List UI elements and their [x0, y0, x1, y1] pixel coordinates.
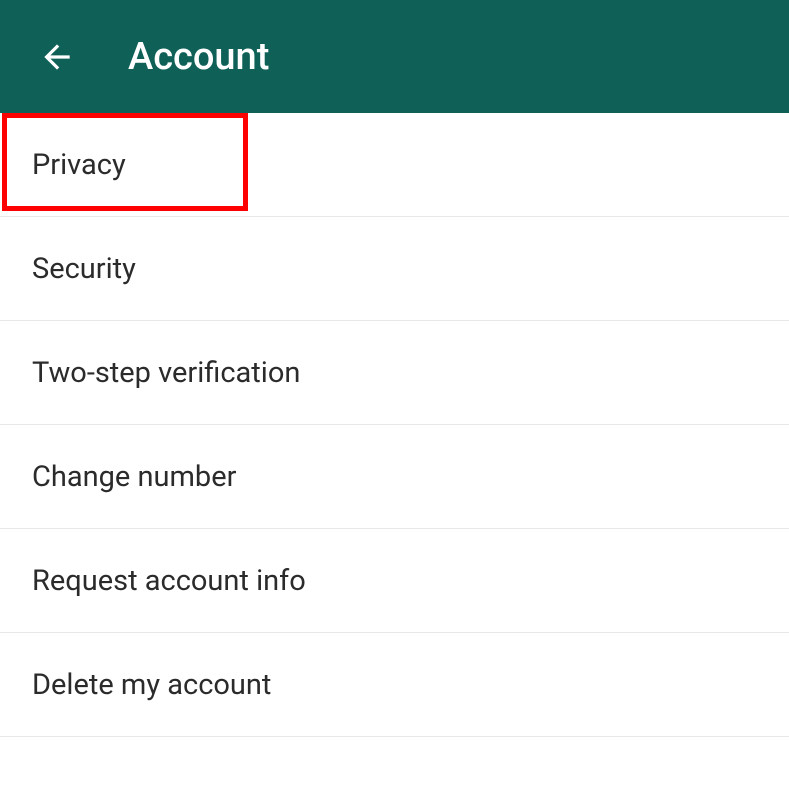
- header-bar: Account: [0, 0, 789, 113]
- menu-item-privacy[interactable]: Privacy: [0, 113, 789, 217]
- page-title: Account: [128, 35, 269, 79]
- account-menu-list: Privacy Security Two-step verification C…: [0, 113, 789, 737]
- menu-item-label: Delete my account: [32, 668, 271, 702]
- menu-item-change-number[interactable]: Change number: [0, 425, 789, 529]
- menu-item-label: Change number: [32, 460, 236, 494]
- menu-item-label: Two-step verification: [32, 356, 300, 390]
- menu-item-security[interactable]: Security: [0, 217, 789, 321]
- menu-item-delete-my-account[interactable]: Delete my account: [0, 633, 789, 737]
- menu-item-label: Privacy: [32, 148, 126, 182]
- menu-item-label: Security: [32, 252, 136, 286]
- back-button[interactable]: [38, 38, 76, 76]
- back-arrow-icon: [38, 38, 76, 76]
- menu-item-two-step-verification[interactable]: Two-step verification: [0, 321, 789, 425]
- menu-item-request-account-info[interactable]: Request account info: [0, 529, 789, 633]
- menu-item-label: Request account info: [32, 564, 306, 598]
